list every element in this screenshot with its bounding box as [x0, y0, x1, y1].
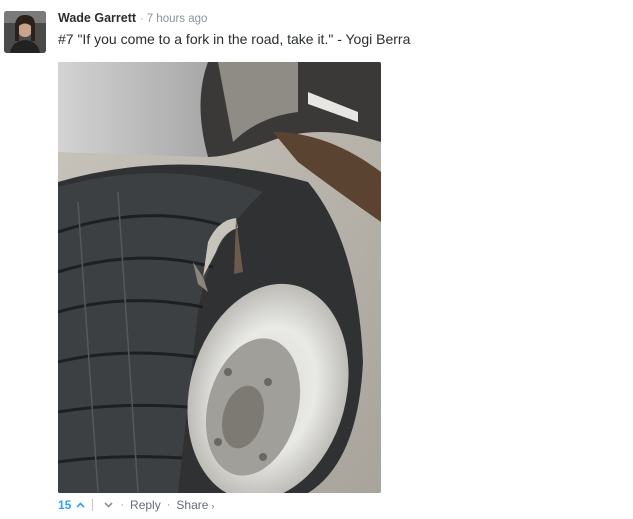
vote-count: 15 [58, 498, 72, 512]
comment-text: #7 "If you come to a fork in the road, t… [58, 31, 411, 47]
separator-dot: · [140, 13, 144, 25]
upvote-icon[interactable] [74, 499, 86, 511]
reply-button[interactable]: Reply [130, 498, 161, 512]
comment-image[interactable] [58, 62, 381, 493]
timestamp[interactable]: 7 hours ago [147, 13, 208, 25]
comment: Wade Garrett · 7 hours ago #7 "If you co… [0, 0, 633, 519]
downvote-icon[interactable] [102, 499, 114, 511]
author-name[interactable]: Wade Garrett [58, 11, 136, 25]
vote-divider [92, 499, 94, 511]
comment-footer: 15 · Reply · Share › [58, 497, 214, 513]
chevron-right-icon: › [211, 501, 215, 511]
share-button[interactable]: Share › [176, 498, 214, 512]
separator-dot: · [166, 499, 171, 511]
share-label: Share [176, 498, 209, 512]
comment-header: Wade Garrett · 7 hours ago [58, 11, 207, 27]
avatar[interactable] [4, 11, 46, 53]
separator-dot: · [120, 499, 125, 511]
